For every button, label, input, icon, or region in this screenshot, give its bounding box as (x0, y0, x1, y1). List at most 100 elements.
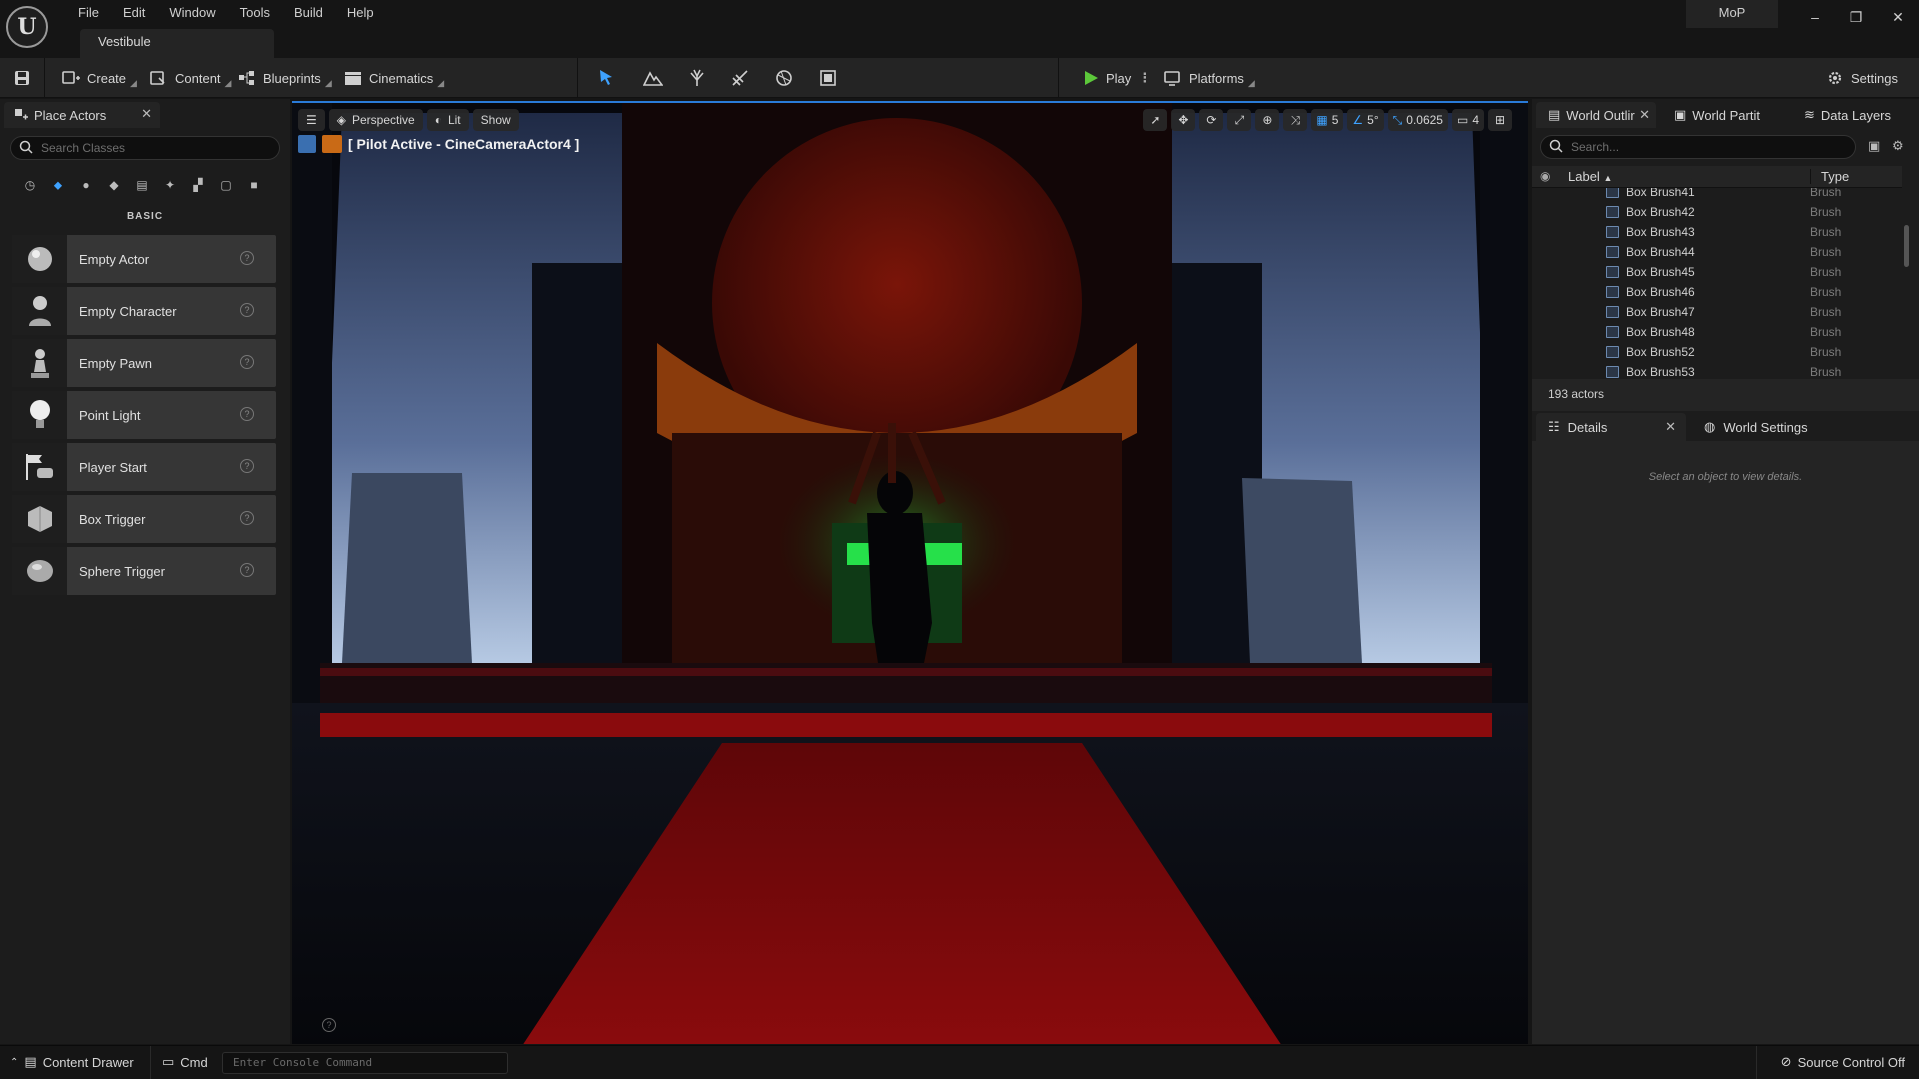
cine-camera-icon (322, 135, 342, 153)
close-tab-icon[interactable]: ✕ (1665, 419, 1676, 435)
actor-sphere-trigger[interactable]: Sphere Trigger ? (12, 547, 276, 595)
menu-window[interactable]: Window (157, 3, 227, 23)
actor-player-start[interactable]: Player Start ? (12, 443, 276, 491)
mesh-paint-mode-icon[interactable] (730, 68, 750, 88)
restore-icon[interactable]: ❐ (1841, 5, 1871, 29)
volumes-icon[interactable]: ▢ (216, 175, 236, 195)
translate-tool-icon[interactable]: ✥ (1171, 109, 1196, 131)
foliage-mode-icon[interactable] (687, 68, 707, 88)
help-icon[interactable]: ? (240, 355, 254, 369)
user-badge[interactable]: MoP (1686, 0, 1778, 28)
geometry-icon[interactable]: ▞ (188, 175, 208, 195)
help-icon[interactable]: ? (240, 459, 254, 473)
viewport-options-button[interactable]: ☰ (298, 109, 325, 131)
close-tab-icon[interactable]: ✕ (141, 106, 152, 122)
outliner-scrollbar[interactable] (1904, 225, 1909, 267)
eject-icon[interactable] (298, 135, 316, 153)
table-row[interactable]: Box Brush46 Brush (1532, 282, 1902, 302)
scale-snap-button[interactable]: ⤡ 0.0625 (1387, 109, 1448, 131)
select-mode-icon[interactable] (597, 68, 617, 88)
source-control-button[interactable]: ⊘ Source Control Off (1781, 1054, 1905, 1070)
table-row[interactable]: Box Brush53 Brush (1532, 362, 1902, 378)
tab-world-outliner[interactable]: ▤ World Outlir ✕ (1536, 102, 1656, 128)
perspective-button[interactable]: ◈ Perspective (328, 109, 423, 131)
eye-icon[interactable]: ◉ (1540, 169, 1550, 183)
place-actors-tab[interactable]: Place Actors ✕ (4, 102, 160, 128)
play-options-icon[interactable]: ⋮ (1138, 70, 1151, 86)
save-icon[interactable] (14, 66, 30, 90)
world-space-icon[interactable]: ⊕ (1255, 109, 1280, 131)
fracture-mode-icon[interactable] (774, 68, 794, 88)
actor-empty-character[interactable]: Empty Character ? (12, 287, 276, 335)
menu-build[interactable]: Build (282, 3, 335, 23)
recent-icon[interactable]: ◷ (20, 175, 40, 195)
grid-snap-button[interactable]: ▦ 5 (1311, 109, 1344, 131)
basic-icon[interactable]: ⬥ (48, 175, 68, 195)
close-icon[interactable]: ✕ (1883, 5, 1913, 29)
content-button[interactable]: Content ◢ (150, 66, 231, 90)
help-icon[interactable]: ? (240, 251, 254, 265)
actor-box-trigger[interactable]: Box Trigger ? (12, 495, 276, 543)
help-icon[interactable]: ? (240, 407, 254, 421)
all-classes-icon[interactable]: ■ (244, 175, 264, 195)
table-row[interactable]: Box Brush47 Brush (1532, 302, 1902, 322)
visual-effects-icon[interactable]: ✦ (160, 175, 180, 195)
table-row[interactable]: Box Brush45 Brush (1532, 262, 1902, 282)
cinematic-icon[interactable]: ▤ (132, 175, 152, 195)
level-tab[interactable]: Vestibule (80, 29, 274, 58)
tab-data-layers[interactable]: ≋ Data Layers (1792, 102, 1891, 128)
table-row[interactable]: Box Brush48 Brush (1532, 322, 1902, 342)
minimize-icon[interactable]: – (1800, 5, 1830, 29)
help-icon[interactable]: ? (322, 1018, 336, 1032)
camera-speed-button[interactable]: ▭ 4 (1451, 109, 1484, 131)
layout-icon[interactable]: ⊞ (1488, 109, 1512, 131)
settings-button[interactable]: Settings (1826, 66, 1898, 90)
menu-edit[interactable]: Edit (111, 3, 157, 23)
landscape-mode-icon[interactable] (643, 68, 663, 88)
lit-button[interactable]: ◐ Lit (426, 109, 469, 131)
close-tab-icon[interactable]: ✕ (1639, 107, 1650, 123)
play-button[interactable]: Play ⋮ (1083, 66, 1151, 90)
select-tool-icon[interactable]: ➚ (1143, 109, 1168, 131)
cinematics-button[interactable]: Cinematics ◢ (344, 66, 444, 90)
tab-details[interactable]: ☷ Details ✕ (1536, 413, 1686, 441)
brush-edit-mode-icon[interactable] (818, 68, 838, 88)
cmd-button[interactable]: ▭ Cmd (162, 1054, 208, 1070)
scale-tool-icon[interactable]: ⤢ (1227, 109, 1252, 131)
menu-help[interactable]: Help (335, 3, 386, 23)
label-column[interactable]: Label ▲ (1568, 169, 1612, 184)
surface-snapping-icon[interactable]: ⤨ (1283, 109, 1308, 131)
type-column[interactable]: Type (1810, 169, 1849, 184)
actor-empty-pawn[interactable]: Empty Pawn ? (12, 339, 276, 387)
search-classes-input[interactable]: Search Classes (10, 136, 280, 160)
blueprints-button[interactable]: Blueprints ◢ (238, 66, 332, 90)
tab-world-partition[interactable]: ▣ World Partit (1662, 102, 1760, 128)
create-button[interactable]: Create ◢ (62, 66, 137, 90)
help-icon[interactable]: ? (240, 563, 254, 577)
help-icon[interactable]: ? (240, 511, 254, 525)
actor-empty-actor[interactable]: Empty Actor ? (12, 235, 276, 283)
rotate-tool-icon[interactable]: ⟳ (1199, 109, 1224, 131)
gear-icon[interactable]: ⚙ (1892, 138, 1904, 154)
actor-point-light[interactable]: Point Light ? (12, 391, 276, 439)
table-row[interactable]: Box Brush52 Brush (1532, 342, 1902, 362)
unreal-logo-icon[interactable]: U (6, 6, 48, 48)
tab-world-settings[interactable]: ◍ World Settings (1704, 413, 1808, 441)
level-viewport[interactable]: ☰ ◈ Perspective ◐ Lit Show ➚ ✥ ⟳ ⤢ ⊕ ⤨ ▦ 5 … (292, 101, 1528, 1044)
menu-tools[interactable]: Tools (228, 3, 282, 23)
menu-file[interactable]: File (66, 3, 111, 23)
add-folder-icon[interactable]: ▣ (1868, 138, 1880, 154)
show-button[interactable]: Show (472, 109, 519, 131)
outliner-search-input[interactable]: Search... (1540, 135, 1856, 159)
content-drawer-button[interactable]: ⌃ ▤ Content Drawer (10, 1054, 134, 1070)
table-row[interactable]: Box Brush43 Brush (1532, 222, 1902, 242)
console-command-input[interactable]: Enter Console Command (222, 1052, 508, 1074)
help-icon[interactable]: ? (240, 303, 254, 317)
platforms-button[interactable]: Platforms ◢ (1164, 66, 1255, 90)
table-row[interactable]: Box Brush41 Brush (1532, 188, 1902, 202)
lights-icon[interactable]: ● (76, 175, 96, 195)
table-row[interactable]: Box Brush42 Brush (1532, 202, 1902, 222)
rotation-snap-button[interactable]: ∠ 5° (1347, 109, 1384, 131)
shapes-icon[interactable]: ◆ (104, 175, 124, 195)
table-row[interactable]: Box Brush44 Brush (1532, 242, 1902, 262)
